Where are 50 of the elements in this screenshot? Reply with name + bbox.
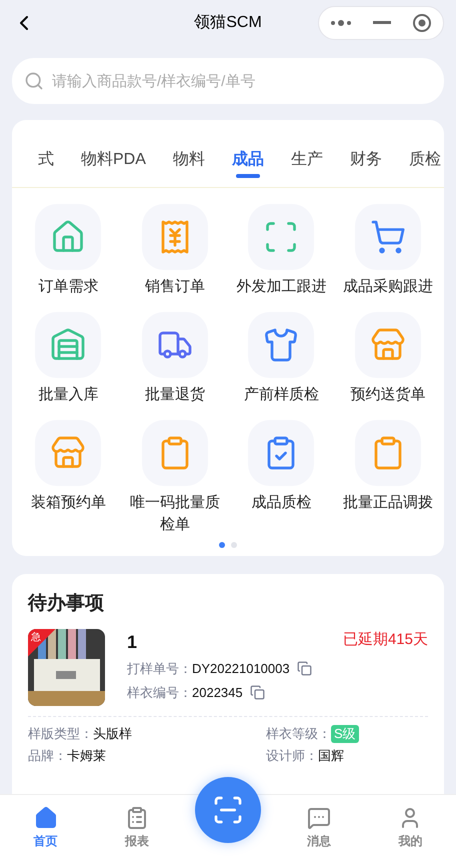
shortcut-item[interactable]: 批量入库 <box>15 312 122 406</box>
category-tab[interactable]: 质检 <box>408 148 441 172</box>
shortcut-item[interactable]: 唯一码批量质检单 <box>122 420 228 536</box>
shortcut-item[interactable]: 成品质检 <box>228 420 334 536</box>
scan-icon <box>212 794 244 826</box>
tab-bar-item[interactable]: 首页 <box>0 806 92 850</box>
grade-tag: S级 <box>331 724 359 742</box>
field-label: 样版类型： <box>28 724 93 742</box>
category-tab[interactable]: 财务 <box>350 148 382 172</box>
tab-bar-item[interactable]: 我的 <box>364 806 456 850</box>
field-label: 设计师： <box>266 746 318 764</box>
overdue-text: 已延期415天 <box>342 630 428 650</box>
copy-icon[interactable] <box>250 685 265 700</box>
shortcut-item[interactable]: 订单需求 <box>15 204 122 298</box>
shortcut-item[interactable]: 批量正品调拨 <box>334 420 441 536</box>
copy-icon[interactable] <box>296 661 312 676</box>
category-tab[interactable]: 成品 <box>232 148 264 178</box>
shortcut-item[interactable]: 预约送货单 <box>334 312 441 406</box>
more-icon <box>330 19 352 27</box>
field-value: 头版样 <box>93 724 132 742</box>
category-tab[interactable]: 物料PDA <box>81 148 146 172</box>
field-value: 国辉 <box>318 746 344 764</box>
section-title: 待办事项 <box>28 592 105 616</box>
capsule-menu[interactable] <box>318 6 444 40</box>
shortcut-item[interactable]: 批量退货 <box>122 312 228 406</box>
category-tab[interactable]: 物料 <box>172 148 205 172</box>
minimize-icon <box>372 21 391 25</box>
shortcut-item[interactable]: 装箱预约单 <box>15 420 122 536</box>
code-value: 2022345 <box>192 684 243 702</box>
code-label: 样衣编号： <box>127 684 192 702</box>
shortcut-item[interactable]: 销售订单 <box>122 204 228 298</box>
tab-bar-item[interactable]: 消息 <box>274 806 365 850</box>
shortcut-item[interactable]: 外发加工跟进 <box>228 204 334 298</box>
code-value: DY20221010003 <box>192 660 290 678</box>
shortcut-item[interactable]: 产前样质检 <box>228 312 334 406</box>
close-icon <box>412 13 432 33</box>
shortcut-item[interactable]: 成品采购跟进 <box>334 204 441 298</box>
field-value: 卡姆莱 <box>67 746 106 764</box>
window-title: 领猫SCM <box>194 13 262 33</box>
tab-bar-item[interactable]: 报表 <box>91 806 182 850</box>
field-label: 品牌： <box>28 746 67 764</box>
code-label: 打样单号： <box>127 660 192 678</box>
category-tab[interactable]: 生产 <box>290 148 323 172</box>
category-tab[interactable]: 式 <box>38 148 54 172</box>
home-icon <box>34 806 58 830</box>
search-field[interactable]: 请输入商品款号/样衣编号/单号 <box>12 58 444 104</box>
field-label: 样衣等级： <box>266 724 331 742</box>
message-icon <box>307 806 332 830</box>
search-icon <box>24 71 44 91</box>
item-name: 1 <box>127 630 138 654</box>
